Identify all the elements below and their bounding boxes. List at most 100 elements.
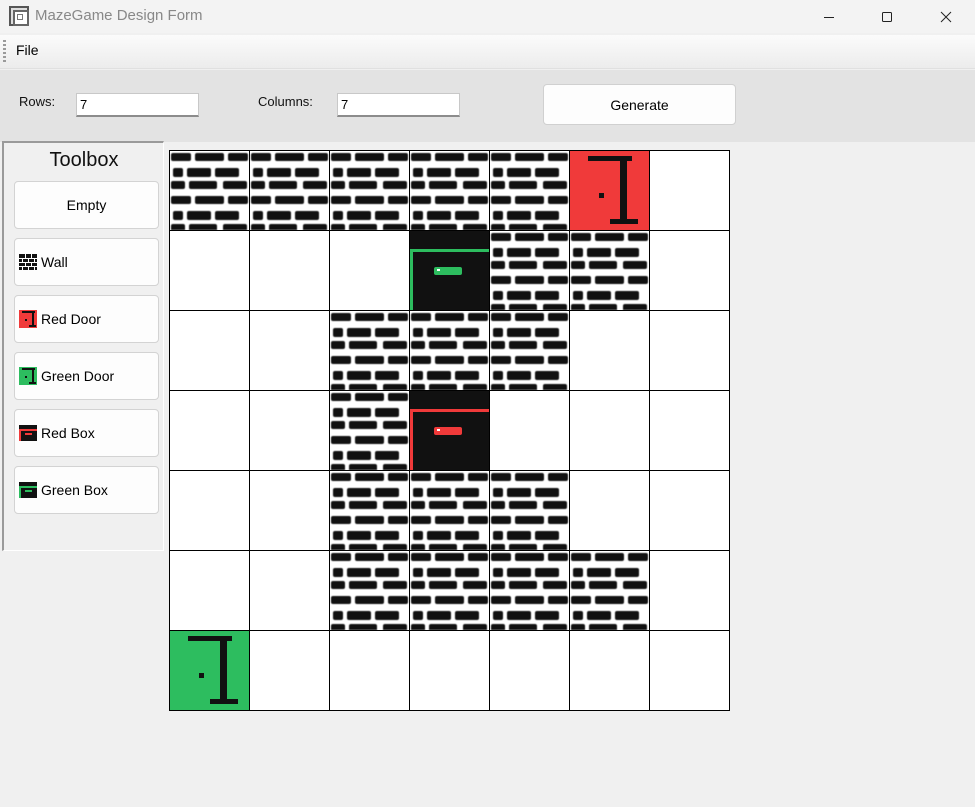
maze-cell-green-box[interactable] (410, 231, 489, 310)
wall-tile-icon (571, 233, 648, 310)
wall-tile-icon (171, 153, 248, 230)
maze-cell-wall[interactable] (410, 471, 489, 550)
maze-cell-empty[interactable] (650, 311, 729, 390)
maze-cell-wall[interactable] (410, 551, 489, 630)
maximize-button[interactable] (864, 0, 910, 33)
maze-cell-wall[interactable] (410, 151, 489, 230)
wall-tile-icon (491, 313, 568, 390)
tool-green-box-button[interactable]: Green Box (14, 466, 159, 514)
maze-cell-wall[interactable] (330, 391, 409, 470)
maze-cell-empty[interactable] (250, 231, 329, 310)
maze-cell-wall[interactable] (570, 231, 649, 310)
maze-cell-red-door[interactable] (570, 151, 649, 230)
green-box-icon (19, 482, 37, 498)
red-door-icon (570, 151, 649, 230)
menu-file[interactable]: File (11, 41, 44, 59)
maze-cell-empty[interactable] (170, 471, 249, 550)
wall-tile-icon (491, 473, 568, 550)
tool-red-door-button[interactable]: Red Door (14, 295, 159, 343)
maze-cell-empty[interactable] (250, 391, 329, 470)
maze-app-icon (9, 6, 29, 26)
maze-cell-wall[interactable] (570, 551, 649, 630)
wall-tile-icon (411, 313, 488, 390)
maze-cell-empty[interactable] (570, 631, 649, 710)
wall-tile-icon (331, 553, 408, 630)
maze-cell-wall[interactable] (330, 471, 409, 550)
columns-label: Columns: (258, 94, 313, 109)
wall-tile-icon (411, 553, 488, 630)
tool-green-door-button[interactable]: Green Door (14, 352, 159, 400)
close-button[interactable] (923, 0, 969, 33)
maze-cell-empty[interactable] (650, 471, 729, 550)
maze-cell-wall[interactable] (410, 311, 489, 390)
maze-cell-empty[interactable] (650, 631, 729, 710)
tool-label: Wall (41, 254, 68, 270)
maze-cell-empty[interactable] (170, 311, 249, 390)
maze-cell-empty[interactable] (330, 631, 409, 710)
settings-panel: Rows: Columns: Generate (0, 70, 975, 142)
maze-cell-empty[interactable] (170, 391, 249, 470)
maze-cell-empty[interactable] (250, 551, 329, 630)
maze-cell-empty[interactable] (490, 631, 569, 710)
maze-cell-empty[interactable] (650, 151, 729, 230)
maze-cell-empty[interactable] (250, 631, 329, 710)
rows-label: Rows: (19, 94, 56, 109)
menu-grip[interactable] (3, 40, 6, 62)
window-title: MazeGame Design Form (35, 7, 203, 24)
tool-wall-button[interactable]: Wall (14, 238, 159, 286)
maze-cell-empty[interactable] (650, 391, 729, 470)
maze-cell-red-box[interactable] (410, 391, 489, 470)
maze-cell-wall[interactable] (330, 551, 409, 630)
tool-label: Green Door (41, 368, 115, 384)
maze-cell-empty[interactable] (570, 311, 649, 390)
maze-cell-wall[interactable] (250, 151, 329, 230)
tool-label: Red Box (41, 425, 95, 441)
wall-tile-icon (331, 393, 408, 470)
maze-cell-empty[interactable] (170, 551, 249, 630)
maze-cell-wall[interactable] (170, 151, 249, 230)
toolbox-title: Toolbox (49, 149, 119, 171)
green-door-icon (19, 367, 37, 385)
wall-icon (19, 254, 37, 270)
menu-bar: File (0, 35, 975, 69)
columns-input[interactable] (337, 93, 460, 117)
green-door-icon (170, 631, 249, 710)
maze-cell-empty[interactable] (650, 551, 729, 630)
wall-tile-icon (331, 473, 408, 550)
rows-input[interactable] (76, 93, 199, 117)
generate-button[interactable]: Generate (543, 84, 736, 125)
maze-cell-empty[interactable] (650, 231, 729, 310)
maze-cell-empty[interactable] (330, 231, 409, 310)
maze-cell-wall[interactable] (330, 311, 409, 390)
wall-tile-icon (491, 153, 568, 230)
maze-cell-wall[interactable] (490, 311, 569, 390)
maze-cell-wall[interactable] (330, 151, 409, 230)
tool-label: Green Box (41, 482, 108, 498)
maze-cell-empty[interactable] (170, 231, 249, 310)
wall-tile-icon (491, 553, 568, 630)
tool-label: Red Door (41, 311, 101, 327)
maze-cell-wall[interactable] (490, 551, 569, 630)
maze-cell-empty[interactable] (490, 391, 569, 470)
maze-grid (169, 150, 730, 711)
maze-cell-empty[interactable] (570, 471, 649, 550)
red-box-icon (410, 391, 489, 470)
tool-label: Empty (66, 197, 107, 213)
maze-cell-wall[interactable] (490, 231, 569, 310)
maze-cell-wall[interactable] (490, 151, 569, 230)
minimize-button[interactable] (806, 0, 852, 33)
tool-red-box-button[interactable]: Red Box (14, 409, 159, 457)
wall-tile-icon (491, 233, 568, 310)
maze-cell-empty[interactable] (410, 631, 489, 710)
red-box-icon (19, 425, 37, 441)
maze-cell-empty[interactable] (250, 471, 329, 550)
maximize-icon (882, 11, 892, 22)
toolbox-panel: Toolbox Empty Wall Red Door Green Door R… (2, 141, 164, 551)
maze-cell-wall[interactable] (490, 471, 569, 550)
maze-cell-green-door[interactable] (170, 631, 249, 710)
maze-cell-empty[interactable] (570, 391, 649, 470)
tool-empty-button[interactable]: Empty (14, 181, 159, 229)
close-icon (940, 11, 952, 22)
title-bar: MazeGame Design Form (0, 0, 975, 33)
maze-cell-empty[interactable] (250, 311, 329, 390)
